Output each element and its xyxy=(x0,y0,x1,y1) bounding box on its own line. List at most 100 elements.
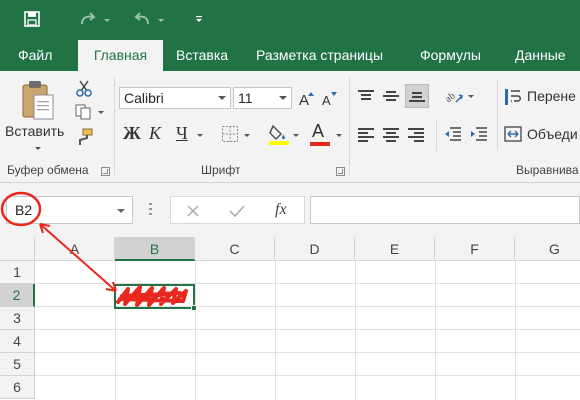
orientation-icon[interactable]: ab xyxy=(443,86,464,106)
formula-buttons: fx xyxy=(170,196,305,224)
customize-qat-icon[interactable] xyxy=(192,8,206,30)
tab-page-layout[interactable]: Разметка страницы xyxy=(246,40,393,71)
column-header-d[interactable]: D xyxy=(275,237,355,261)
name-box-value: B2 xyxy=(15,202,33,218)
fill-color-dropdown-icon[interactable] xyxy=(293,134,299,137)
row-header-5[interactable]: 5 xyxy=(0,353,35,376)
paste-label[interactable]: Вставить xyxy=(5,123,64,139)
tab-home[interactable]: Главная xyxy=(78,40,163,71)
undo-dropdown-icon[interactable] xyxy=(158,19,164,22)
alignment-group-label: Выравнива xyxy=(516,163,579,177)
bold-button[interactable]: Ж xyxy=(123,123,141,144)
italic-button[interactable]: К xyxy=(149,123,161,144)
row-header-4[interactable]: 4 xyxy=(0,330,35,353)
column-header-b[interactable]: B xyxy=(115,237,195,261)
row-header-3[interactable]: 3 xyxy=(0,307,35,330)
align-center-icon[interactable] xyxy=(383,127,399,142)
copy-icon[interactable] xyxy=(74,103,94,121)
redo-dropdown-icon[interactable] xyxy=(104,19,110,22)
align-bottom-icon xyxy=(409,89,425,103)
formula-input[interactable] xyxy=(310,196,580,224)
cut-icon[interactable] xyxy=(74,79,94,97)
paste-icon[interactable] xyxy=(20,79,56,123)
column-header-f[interactable]: F xyxy=(435,237,515,261)
merge-label[interactable]: Объеди xyxy=(527,126,578,142)
format-painter-icon[interactable] xyxy=(74,128,94,146)
clipboard-group-label: Буфер обмена xyxy=(7,163,89,177)
title-bar xyxy=(0,0,580,40)
font-color-dropdown-icon[interactable] xyxy=(336,134,342,137)
column-header-c[interactable]: C xyxy=(195,237,275,261)
spreadsheet-grid: A B C D E F G 1 2 3 4 5 6 xyxy=(0,237,580,400)
gridline xyxy=(515,261,516,400)
gridline xyxy=(435,261,436,400)
align-right-icon[interactable] xyxy=(408,127,424,142)
tab-data[interactable]: Данные xyxy=(505,40,576,71)
gridline xyxy=(35,352,580,353)
svg-text:A: A xyxy=(299,92,309,108)
column-header-e[interactable]: E xyxy=(355,237,435,261)
align-left-icon[interactable] xyxy=(358,127,374,142)
row-header-6[interactable]: 6 xyxy=(0,376,35,399)
gridline xyxy=(195,261,196,400)
undo-icon[interactable] xyxy=(128,8,156,30)
group-divider xyxy=(349,77,350,175)
font-color-icon[interactable]: А xyxy=(308,121,332,147)
column-header-a[interactable]: A xyxy=(35,237,115,261)
redo-icon[interactable] xyxy=(74,8,102,30)
gridline xyxy=(355,261,356,400)
borders-icon[interactable] xyxy=(221,125,239,143)
increase-indent-icon[interactable] xyxy=(470,127,488,143)
copy-dropdown-icon[interactable] xyxy=(98,111,104,114)
font-name-combo[interactable]: Calibri xyxy=(119,87,231,109)
tab-insert[interactable]: Вставка xyxy=(166,40,238,71)
merge-icon[interactable] xyxy=(504,126,522,142)
clipboard-launcher-icon[interactable] xyxy=(101,167,110,176)
group-divider xyxy=(497,79,498,149)
select-all-corner[interactable] xyxy=(0,237,35,261)
ribbon: Вставить Буфер обмена Calibri 11 A A Ж К… xyxy=(0,71,580,183)
font-group-label: Шрифт xyxy=(201,163,241,177)
tab-file[interactable]: Файл xyxy=(8,40,62,71)
group-divider xyxy=(114,77,115,175)
wrap-text-label[interactable]: Перене xyxy=(527,88,576,104)
orientation-dropdown-icon[interactable] xyxy=(468,95,474,98)
name-box[interactable]: B2 xyxy=(6,196,133,224)
underline-button[interactable]: Ч xyxy=(176,123,188,144)
svg-text:A: A xyxy=(322,93,331,108)
font-launcher-icon[interactable] xyxy=(336,167,345,176)
save-icon[interactable] xyxy=(20,8,44,30)
row-header-2[interactable]: 2 xyxy=(0,284,35,307)
gridline xyxy=(35,375,580,376)
font-size-value: 11 xyxy=(238,90,253,106)
font-color-letter: А xyxy=(312,121,325,141)
font-name-value: Calibri xyxy=(124,90,164,106)
gridline xyxy=(115,261,116,400)
wrap-text-icon[interactable] xyxy=(504,88,522,106)
cancel-icon[interactable] xyxy=(185,203,201,219)
align-middle-icon[interactable] xyxy=(383,89,399,103)
tab-formulas[interactable]: Формулы xyxy=(410,40,491,71)
ribbon-tabs: Файл Главная Вставка Разметка страницы Ф… xyxy=(0,40,580,71)
borders-dropdown-icon[interactable] xyxy=(244,134,250,137)
group-divider xyxy=(436,119,437,151)
splitter-handle[interactable] xyxy=(149,203,152,217)
decrease-indent-icon[interactable] xyxy=(444,127,462,143)
increase-font-icon[interactable]: A xyxy=(298,88,316,109)
gridline xyxy=(275,261,276,400)
align-bottom-button[interactable] xyxy=(405,84,429,108)
gridline xyxy=(35,329,580,330)
underline-dropdown-icon[interactable] xyxy=(197,134,203,137)
align-top-icon[interactable] xyxy=(358,89,374,103)
column-header-g[interactable]: G xyxy=(515,237,580,261)
font-size-combo[interactable]: 11 xyxy=(233,87,292,109)
active-cell-b2[interactable] xyxy=(114,284,195,309)
insert-function-button[interactable]: fx xyxy=(275,201,287,219)
fill-color-icon[interactable] xyxy=(267,122,291,146)
paste-dropdown-icon[interactable] xyxy=(35,147,41,150)
decrease-font-icon[interactable]: A xyxy=(321,88,339,108)
fill-handle[interactable] xyxy=(191,305,197,311)
svg-text:ab: ab xyxy=(444,90,457,104)
row-header-1[interactable]: 1 xyxy=(0,261,35,284)
enter-icon[interactable] xyxy=(228,203,246,219)
